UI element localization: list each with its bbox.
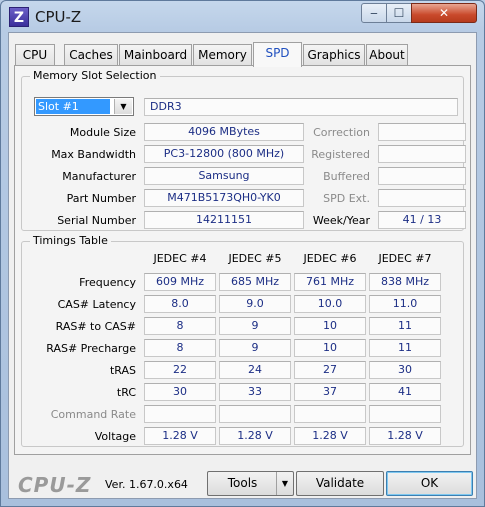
manufacturer-label: Manufacturer xyxy=(62,170,136,183)
timing-cell: 11 xyxy=(369,339,441,357)
group-legend: Timings Table xyxy=(30,234,111,247)
spd-ext-label: SPD Ext. xyxy=(323,192,370,205)
part-number-label: Part Number xyxy=(66,192,136,205)
dropdown-arrow-icon[interactable]: ▼ xyxy=(276,472,293,495)
timing-row-label: Command Rate xyxy=(50,408,136,421)
timing-cell: 9 xyxy=(219,317,291,335)
tab-about[interactable]: About xyxy=(366,44,408,66)
timing-cell xyxy=(369,405,441,423)
timing-cell: 685 MHz xyxy=(219,273,291,291)
timing-row-label: RAS# Precharge xyxy=(46,342,136,355)
serial-number-label: Serial Number xyxy=(57,214,136,227)
timing-cell: 22 xyxy=(144,361,216,379)
timing-cell: 27 xyxy=(294,361,366,379)
registered-label: Registered xyxy=(311,148,370,161)
timing-cell: 8 xyxy=(144,317,216,335)
tab-caches[interactable]: Caches xyxy=(64,44,118,66)
timing-column-header: JEDEC #5 xyxy=(228,252,282,265)
title-bar[interactable]: Z CPU-Z ‒ ☐ ✕ xyxy=(1,1,484,33)
tab-memory[interactable]: Memory xyxy=(193,44,252,66)
tab-cpu[interactable]: CPU xyxy=(15,44,55,66)
buffered-value xyxy=(378,167,466,185)
timing-cell: 24 xyxy=(219,361,291,379)
tools-button[interactable]: Tools ▼ xyxy=(207,471,294,496)
ok-button[interactable]: OK xyxy=(386,471,473,496)
client-area: CPU Caches Mainboard Memory SPD Graphics… xyxy=(8,32,477,499)
timing-cell: 1.28 V xyxy=(219,427,291,445)
cpuz-app-icon: Z xyxy=(9,7,29,27)
timing-cell xyxy=(144,405,216,423)
memory-slot-selection-group: Memory Slot Selection Slot #1 ▼ DDR3 Mod… xyxy=(21,69,466,231)
max-bandwidth-value: PC3-12800 (800 MHz) xyxy=(144,145,304,163)
timing-cell: 9 xyxy=(219,339,291,357)
window-title: CPU-Z xyxy=(35,8,82,26)
module-size-value: 4096 MBytes xyxy=(144,123,304,141)
timing-cell: 10 xyxy=(294,317,366,335)
timing-row-label: CAS# Latency xyxy=(57,298,136,311)
timing-cell: 10 xyxy=(294,339,366,357)
module-size-label: Module Size xyxy=(69,126,136,139)
footer-bar: CPU-Z Ver. 1.67.0.x64 Tools ▼ Validate O… xyxy=(9,463,476,498)
timing-cell: 30 xyxy=(369,361,441,379)
timing-cell: 1.28 V xyxy=(144,427,216,445)
spd-ext-value xyxy=(378,189,466,207)
registered-value xyxy=(378,145,466,163)
timings-table-group: Timings Table JEDEC #4 JEDEC #5 JEDEC #6 JE… xyxy=(21,234,464,447)
timing-cell: 30 xyxy=(144,383,216,401)
timing-cell: 8.0 xyxy=(144,295,216,313)
timing-cell: 10.0 xyxy=(294,295,366,313)
timing-cell: 1.28 V xyxy=(294,427,366,445)
manufacturer-value: Samsung xyxy=(144,167,304,185)
timing-row-label: RAS# to CAS# xyxy=(55,320,136,333)
correction-value xyxy=(378,123,466,141)
version-text: Ver. 1.67.0.x64 xyxy=(105,478,188,491)
timing-cell: 761 MHz xyxy=(294,273,366,291)
spd-panel: Memory Slot Selection Slot #1 ▼ DDR3 Mod… xyxy=(14,65,471,455)
timing-cell: 11.0 xyxy=(369,295,441,313)
timing-cell: 1.28 V xyxy=(369,427,441,445)
timing-cell: 11 xyxy=(369,317,441,335)
timing-column-header: JEDEC #6 xyxy=(303,252,357,265)
timing-cell: 9.0 xyxy=(219,295,291,313)
memory-type-field: DDR3 xyxy=(144,98,458,116)
timing-cell: 41 xyxy=(369,383,441,401)
week-year-value: 41 / 13 xyxy=(378,211,466,229)
timing-row-label: Frequency xyxy=(79,276,136,289)
timing-column-header: JEDEC #7 xyxy=(378,252,432,265)
timing-column-header: JEDEC #4 xyxy=(153,252,207,265)
close-button[interactable]: ✕ xyxy=(411,3,477,23)
cpuz-logo: CPU-Z xyxy=(18,473,92,497)
group-legend: Memory Slot Selection xyxy=(30,69,160,82)
tools-button-label: Tools xyxy=(227,476,258,490)
timing-cell: 8 xyxy=(144,339,216,357)
timing-cell xyxy=(294,405,366,423)
validate-button[interactable]: Validate xyxy=(296,471,384,496)
timing-cell: 33 xyxy=(219,383,291,401)
correction-label: Correction xyxy=(313,126,370,139)
buffered-label: Buffered xyxy=(323,170,370,183)
tab-spd[interactable]: SPD xyxy=(253,42,302,67)
chevron-down-icon: ▼ xyxy=(114,99,132,114)
timing-cell: 37 xyxy=(294,383,366,401)
week-year-label: Week/Year xyxy=(312,214,370,227)
tab-graphics[interactable]: Graphics xyxy=(303,44,365,66)
timing-row-label: Voltage xyxy=(94,430,136,443)
slot-select-value: Slot #1 xyxy=(36,99,110,114)
timing-row-label: tRC xyxy=(116,386,136,399)
part-number-value: M471B5173QH0-YK0 xyxy=(144,189,304,207)
minimize-button[interactable]: ‒ xyxy=(361,3,387,23)
timing-row-label: tRAS xyxy=(109,364,136,377)
serial-number-value: 14211151 xyxy=(144,211,304,229)
cpuz-window: Z CPU-Z ‒ ☐ ✕ CPU Caches Mainboard Memor… xyxy=(0,0,485,507)
tab-mainboard[interactable]: Mainboard xyxy=(119,44,192,66)
max-bandwidth-label: Max Bandwidth xyxy=(51,148,136,161)
maximize-button[interactable]: ☐ xyxy=(386,3,412,23)
timing-cell: 609 MHz xyxy=(144,273,216,291)
timing-cell xyxy=(219,405,291,423)
slot-select[interactable]: Slot #1 ▼ xyxy=(34,97,134,116)
timing-cell: 838 MHz xyxy=(369,273,441,291)
